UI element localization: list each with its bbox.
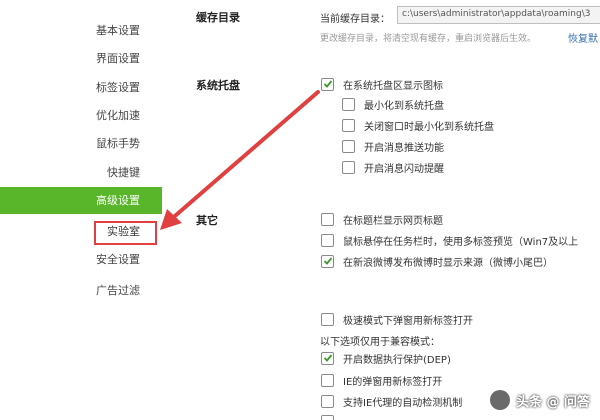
checkbox[interactable]: [321, 414, 334, 420]
option-label: 开启数据执行保护(DEP): [343, 354, 451, 366]
checkbox[interactable]: [321, 312, 334, 326]
compat-option[interactable]: 支持IE代理的自动检测机制: [321, 393, 462, 409]
sidebar-item-interface[interactable]: 界面设置: [0, 46, 162, 72]
checkbox[interactable]: [321, 394, 334, 408]
sidebar-item-gestures[interactable]: 鼠标手势: [0, 131, 162, 157]
arrow-head: [160, 209, 182, 230]
option-label: IE的弹窗用新标签打开: [343, 376, 443, 388]
compat-option-partial[interactable]: [321, 413, 343, 420]
checkbox[interactable]: [342, 97, 355, 111]
option-label: 开启消息闪动提醒: [364, 163, 444, 175]
other-option[interactable]: 鼠标悬停在任务栏时，使用多标签预览（Win7及以上: [321, 232, 578, 248]
compat-note: 以下选项仅用于兼容模式：: [320, 337, 440, 348]
restore-default-link[interactable]: 恢复默: [568, 30, 598, 45]
checkbox[interactable]: [321, 254, 334, 268]
checkbox[interactable]: [342, 160, 355, 174]
tray-option[interactable]: 最小化到系统托盘: [342, 96, 444, 112]
checkbox[interactable]: [321, 351, 334, 365]
cache-path-field[interactable]: c:\users\administrator\appdata\roaming\3: [397, 6, 600, 24]
lab-highlight-box: [94, 221, 157, 245]
option-label: 在新浪微博发布微博时显示来源（微博小尾巴）: [343, 257, 553, 269]
compat-option[interactable]: IE的弹窗用新标签打开: [321, 372, 442, 388]
checkbox[interactable]: [321, 233, 334, 247]
speed-option[interactable]: 极速模式下弹窗用新标签打开: [321, 311, 473, 327]
option-label: 开启消息推送功能: [364, 142, 444, 154]
checkbox[interactable]: [321, 212, 334, 226]
sidebar-item-optimize[interactable]: 优化加速: [0, 103, 162, 129]
current-cache-label: 当前缓存目录：: [320, 14, 390, 25]
tray-option[interactable]: 在系统托盘区显示图标: [321, 76, 443, 92]
tray-section-title: 系统托盘: [196, 79, 240, 92]
option-label: 支持IE代理的自动检测机制: [343, 397, 463, 409]
settings-sidebar: 基本设置 界面设置 标签设置 优化加速 鼠标手势 快捷键 高级设置 实验室 安全…: [0, 0, 162, 420]
checkbox[interactable]: [321, 77, 334, 91]
sidebar-item-adblock[interactable]: 广告过滤: [0, 278, 162, 304]
checkbox[interactable]: [321, 373, 334, 387]
option-label: 极速模式下弹窗用新标签打开: [343, 315, 473, 327]
sidebar-item-shortcuts[interactable]: 快捷键: [0, 160, 162, 186]
option-label: 在标题栏显示网页标题: [343, 215, 443, 227]
sidebar-item-tabs[interactable]: 标签设置: [0, 75, 162, 101]
sidebar-item-security[interactable]: 安全设置: [0, 247, 162, 273]
tray-option[interactable]: 关闭窗口时最小化到系统托盘: [342, 117, 494, 133]
option-label: 最小化到系统托盘: [364, 100, 444, 112]
compat-option[interactable]: 开启数据执行保护(DEP): [321, 350, 451, 366]
cache-section-title: 缓存目录: [196, 11, 240, 24]
other-option[interactable]: 在新浪微博发布微博时显示来源（微博小尾巴）: [321, 253, 553, 269]
arrow-shaft: [166, 90, 320, 224]
tray-option[interactable]: 开启消息推送功能: [342, 138, 444, 154]
watermark: 头条 @ 问答: [490, 386, 590, 414]
checkmark-icon: [323, 80, 332, 88]
option-label: 关闭窗口时最小化到系统托盘: [364, 121, 494, 133]
checkbox[interactable]: [342, 139, 355, 153]
watermark-logo-icon: [490, 390, 510, 410]
checkmark-icon: [323, 257, 332, 265]
cache-hint: 更改缓存目录，将清空现有缓存，重启浏览器后生效。: [320, 34, 537, 44]
sidebar-item-basic[interactable]: 基本设置: [0, 18, 162, 44]
checkmark-icon: [323, 354, 332, 362]
checkbox[interactable]: [342, 118, 355, 132]
tray-option[interactable]: 开启消息闪动提醒: [342, 159, 444, 175]
other-section-title: 其它: [196, 214, 218, 227]
other-option[interactable]: 在标题栏显示网页标题: [321, 211, 443, 227]
sidebar-item-advanced[interactable]: 高级设置: [0, 187, 162, 214]
option-label: 鼠标悬停在任务栏时，使用多标签预览（Win7及以上: [343, 236, 579, 248]
option-label: 在系统托盘区显示图标: [343, 80, 443, 92]
watermark-text: 头条 @ 问答: [516, 394, 591, 410]
